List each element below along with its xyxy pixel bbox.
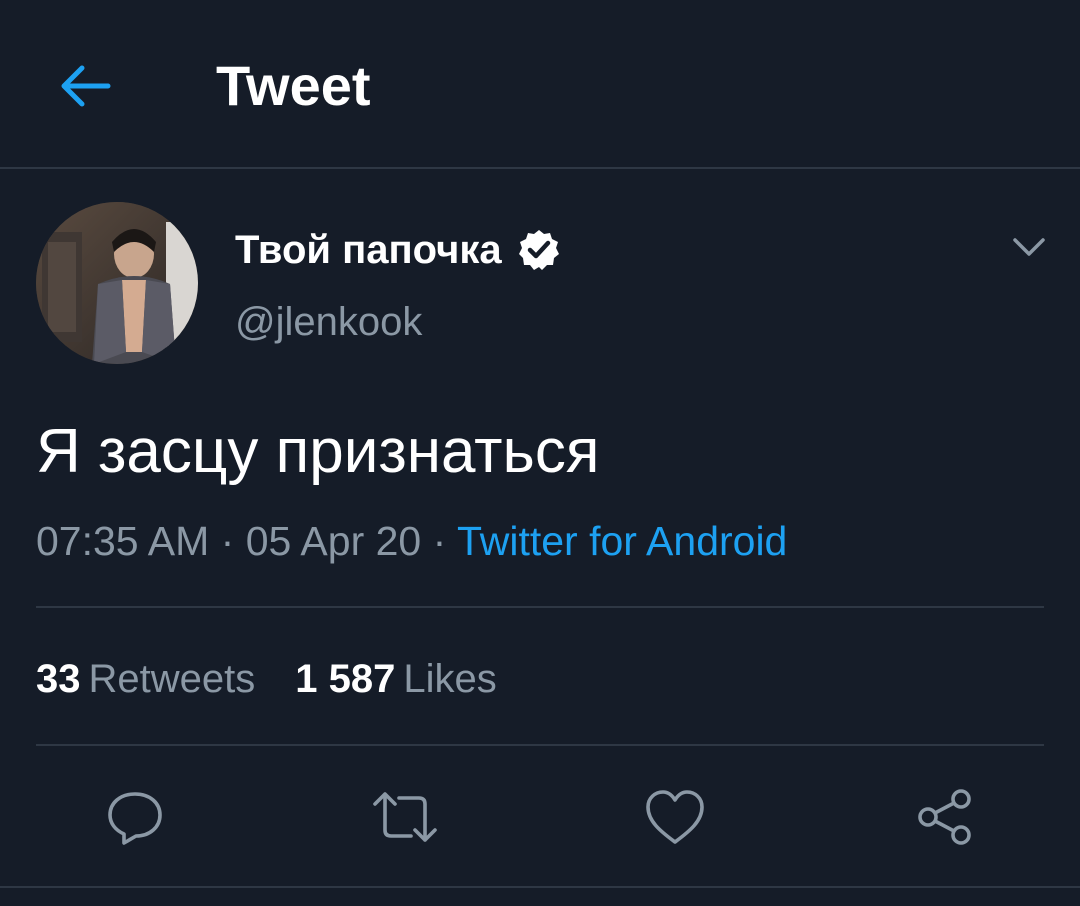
divider (36, 744, 1044, 746)
tweet-text: Я засцу признаться (36, 417, 600, 486)
tweet-meta: 07:35 AM · 05 Apr 20 · Twitter for Andro… (36, 514, 787, 568)
tweet-action-bar (0, 760, 1080, 870)
author-display-name: Твой папочка (235, 228, 502, 272)
heart-icon (646, 790, 704, 844)
likes-count: 1 587 (295, 657, 396, 701)
likes-stat[interactable]: 1 587 Likes (295, 652, 497, 706)
likes-label: Likes (403, 657, 497, 701)
share-button[interactable] (910, 782, 980, 852)
retweets-stat[interactable]: 33 Retweets (36, 652, 255, 706)
divider (36, 606, 1044, 608)
tweet-options-button[interactable] (1002, 222, 1056, 272)
tweet-time: 07:35 AM (36, 518, 210, 564)
author-name-row[interactable]: Твой папочка (235, 224, 562, 276)
tweet-date: 05 Apr 20 (245, 518, 422, 564)
verified-badge-icon (516, 227, 562, 273)
like-button[interactable] (640, 782, 710, 852)
tweet-source-link[interactable]: Twitter for Android (457, 518, 787, 564)
reply-button[interactable] (100, 782, 170, 852)
bottom-divider (0, 886, 1080, 888)
chevron-down-icon (1013, 238, 1045, 256)
retweets-label: Retweets (88, 657, 256, 701)
retweet-button[interactable] (370, 782, 440, 852)
reply-icon (108, 792, 162, 845)
retweets-count: 33 (36, 657, 81, 701)
tweet-stats: 33 Retweets 1 587 Likes (36, 652, 537, 706)
avatar[interactable] (36, 202, 198, 364)
page-title: Tweet (216, 54, 371, 117)
tweet-detail-screen: Tweet Твой папочка @jlenkook Я засцу при… (0, 0, 1080, 906)
back-button[interactable] (54, 56, 114, 116)
meta-separator: · (432, 518, 457, 564)
retweet-icon (373, 792, 437, 842)
avatar-photo (36, 202, 198, 364)
meta-separator: · (220, 518, 246, 564)
top-app-bar: Tweet (0, 0, 1080, 169)
share-icon (918, 789, 971, 845)
author-handle[interactable]: @jlenkook (235, 296, 422, 348)
arrow-left-icon (61, 65, 111, 107)
